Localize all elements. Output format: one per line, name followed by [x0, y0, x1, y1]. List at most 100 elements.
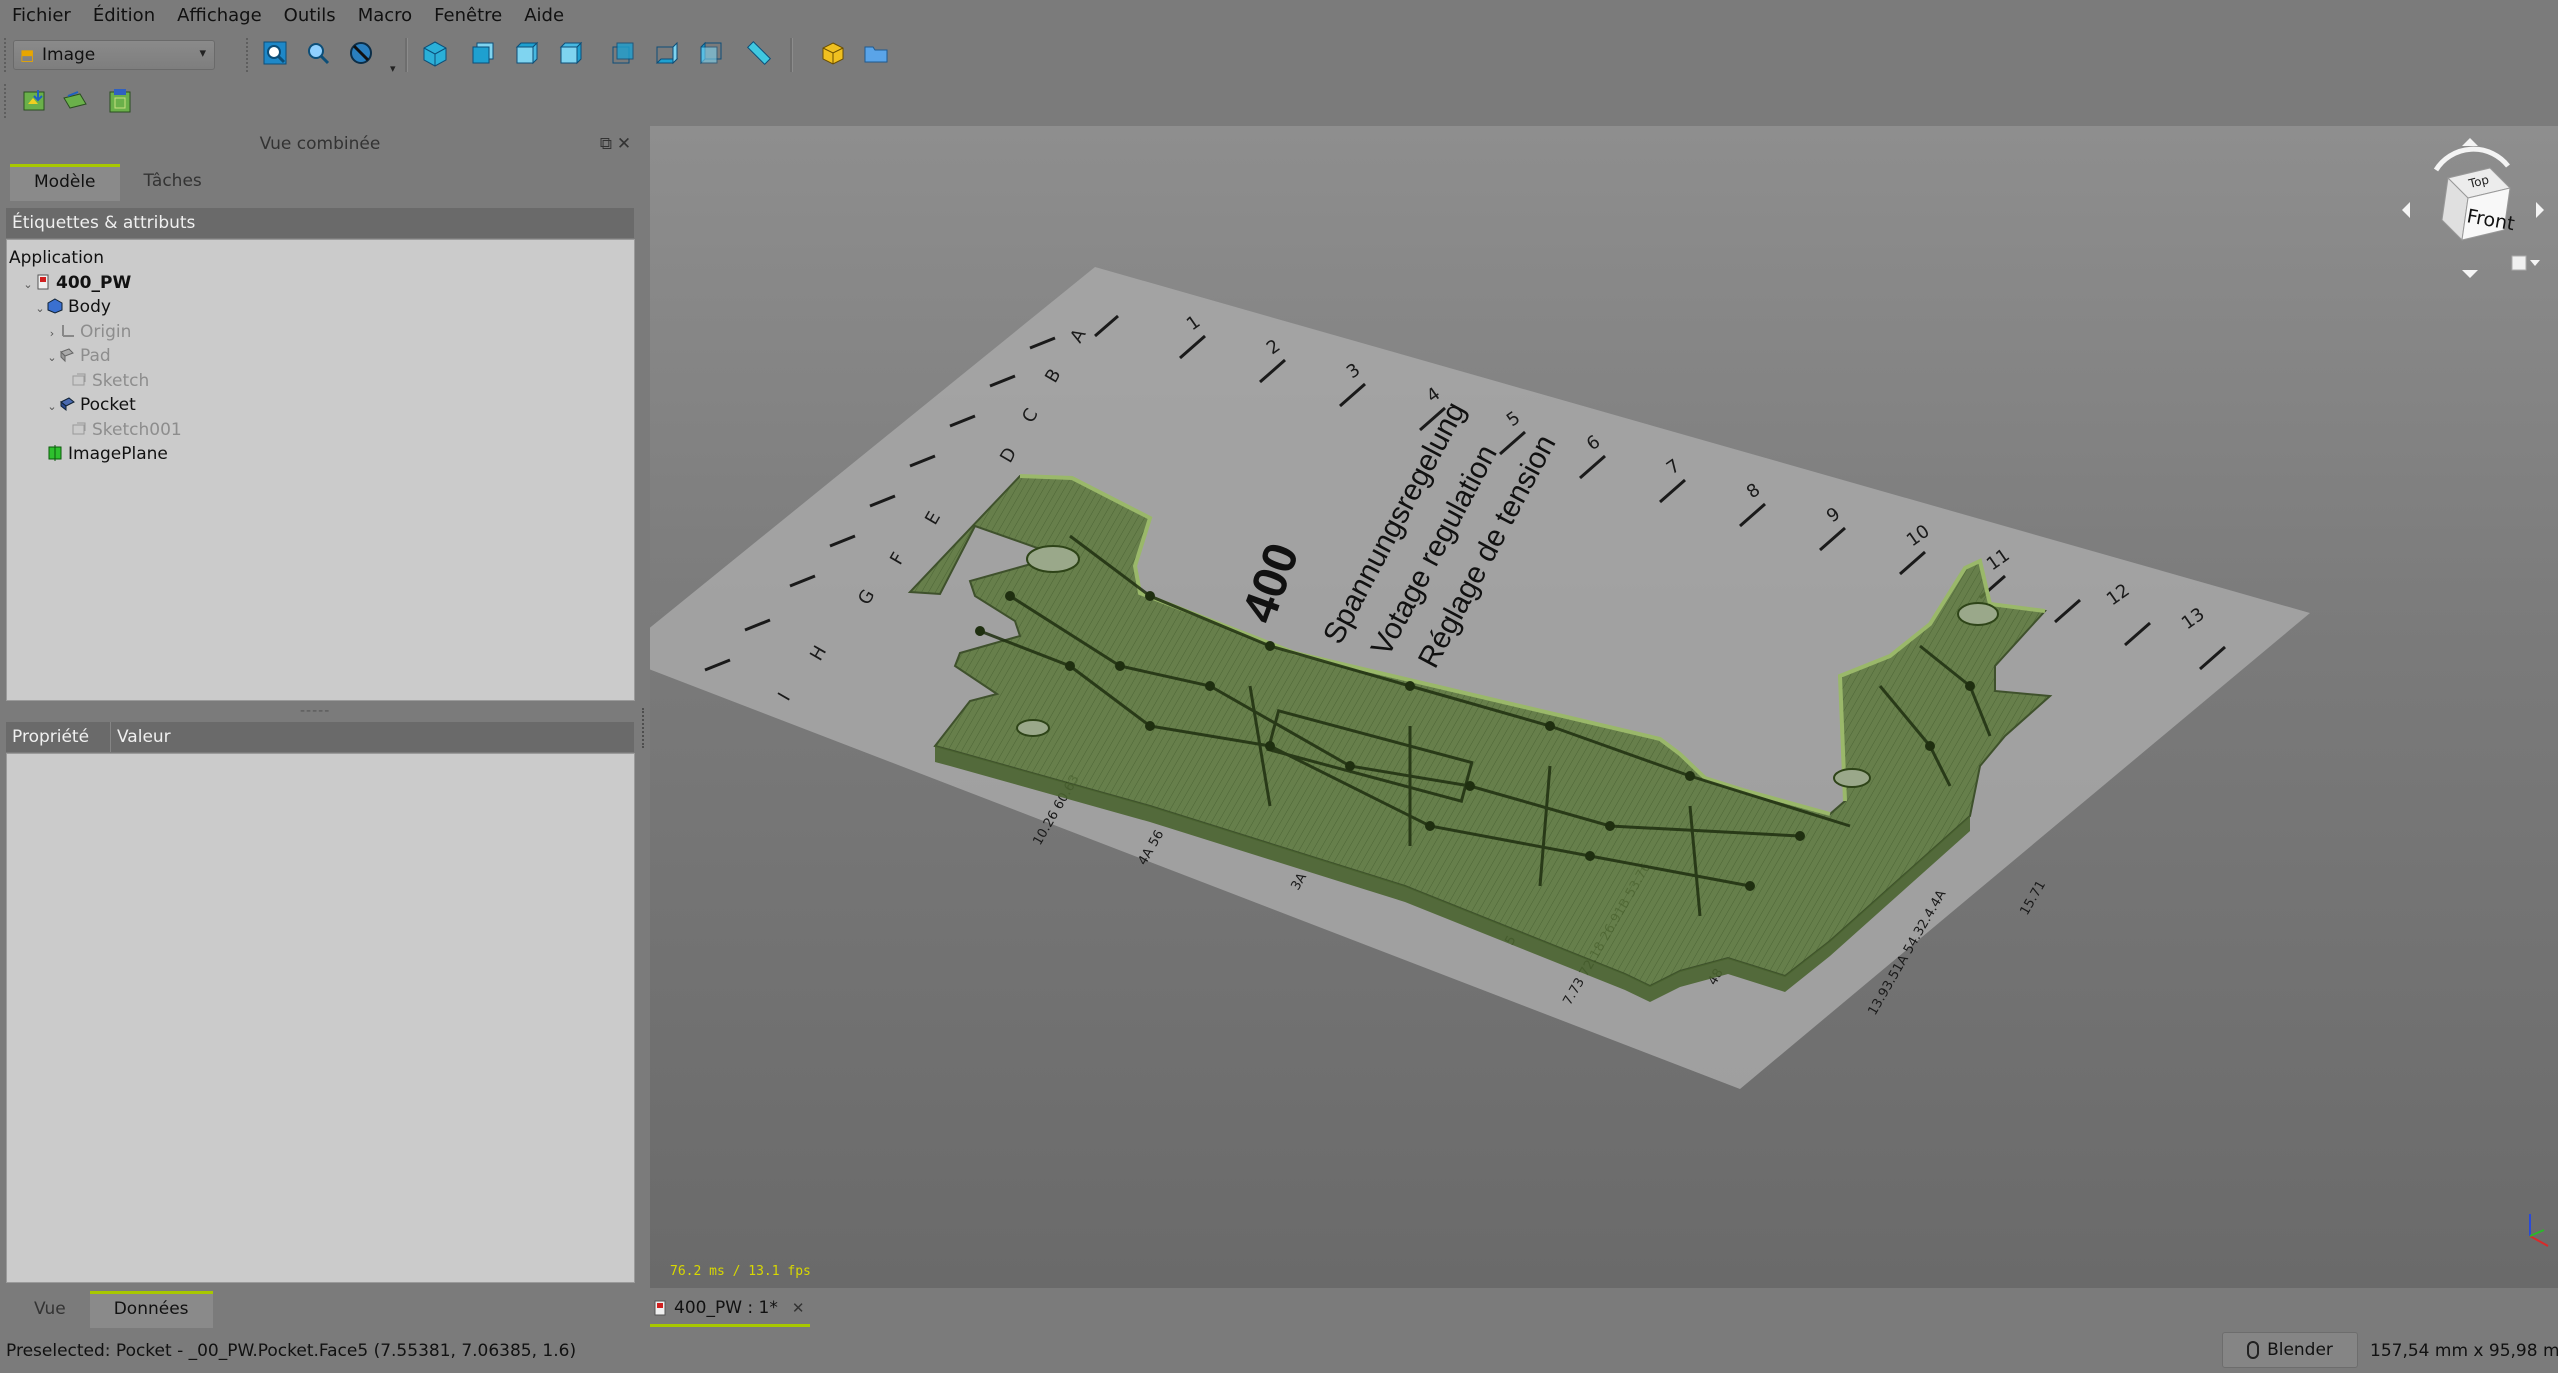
folder-icon[interactable] — [861, 38, 891, 68]
combo-view-title: Vue combinée — [259, 134, 381, 154]
view-left-icon[interactable] — [696, 38, 726, 68]
toolbar-separator — [405, 38, 408, 72]
pad-icon — [59, 346, 75, 363]
menu-bar: Fichier Édition Affichage Outils Macro F… — [0, 0, 2558, 32]
view-isometric-icon[interactable] — [420, 38, 450, 68]
pin-label: 15.71 — [2017, 878, 2049, 918]
menu-aide[interactable]: Aide — [513, 0, 575, 32]
property-view[interactable] — [6, 753, 635, 1283]
tree-item-label: Sketch001 — [92, 419, 182, 440]
close-icon[interactable]: ✕ — [792, 1299, 805, 1317]
tree-item[interactable]: Application — [9, 246, 104, 270]
view-bottom-icon[interactable] — [652, 38, 682, 68]
image-workbench-icon: ⬒ — [20, 46, 35, 64]
scene: 1 2 3 4 5 6 7 8 9 10 11 12 13 A B C D E … — [650, 267, 2549, 1247]
menu-fichier[interactable]: Fichier — [0, 0, 82, 32]
property-tabs: Vue Données — [10, 1291, 213, 1328]
fps-counter: 76.2 ms / 13.1 fps — [670, 1264, 811, 1279]
document-tab[interactable]: 400_PW : 1* ✕ — [650, 1292, 810, 1327]
tree-item[interactable]: ImagePlane — [33, 442, 168, 466]
panel-splitter[interactable]: ----- — [300, 703, 330, 719]
expand-arrow-icon[interactable]: ⌄ — [33, 297, 47, 321]
chevron-down-icon: ▾ — [199, 46, 206, 61]
property-column-header[interactable]: Propriété — [6, 722, 111, 752]
menu-edition[interactable]: Édition — [82, 0, 166, 32]
tree-item[interactable]: ⌄ Body — [33, 295, 111, 319]
chevron-down-icon[interactable]: ▾ — [390, 62, 396, 75]
tab-donnees[interactable]: Données — [89, 1291, 213, 1328]
tree-view[interactable]: Application ⌄ 400_PW ⌄ Body › Origin ⌄ Pad Sketch… — [6, 239, 635, 701]
tree-item[interactable]: ⌄ 400_PW — [21, 271, 131, 295]
tree-item[interactable]: Sketch001 — [57, 418, 182, 442]
expand-arrow-icon[interactable]: ⌄ — [45, 346, 59, 370]
chevron-down-icon — [2530, 260, 2540, 266]
menu-macro[interactable]: Macro — [347, 0, 423, 32]
menu-affichage[interactable]: Affichage — [166, 0, 273, 32]
create-image-plane-icon[interactable] — [60, 86, 90, 116]
image-scaling-icon[interactable] — [106, 86, 136, 116]
toolbar-grip[interactable] — [4, 38, 10, 72]
tree-item[interactable]: Sketch — [57, 369, 149, 393]
tree-header: Étiquettes & attributs — [6, 208, 634, 238]
tab-vue[interactable]: Vue — [10, 1291, 90, 1328]
float-panel-icon[interactable]: ⧉ — [598, 134, 614, 154]
property-header: Propriété Valeur — [6, 722, 634, 752]
toolbar-grip[interactable] — [4, 84, 10, 118]
view-top-icon[interactable] — [512, 38, 542, 68]
open-image-icon[interactable] — [20, 86, 50, 116]
workbench-label: Image — [42, 45, 96, 65]
toolbar-separator — [790, 38, 793, 72]
tree-item[interactable]: ⌄ Pad — [45, 344, 111, 370]
value-column-header[interactable]: Valeur — [111, 722, 171, 752]
workbench-selector[interactable]: ⬒ Image ▾ — [13, 40, 215, 70]
collapse-arrow-icon[interactable]: › — [45, 322, 59, 346]
document-icon — [35, 273, 51, 289]
pocket-icon — [59, 395, 75, 412]
tree-item-label: Pad — [80, 346, 111, 366]
dimension-readout: 157,54 mm x 95,98 mm — [2370, 1341, 2558, 1361]
arrow-down-icon — [2462, 270, 2478, 278]
tree-item[interactable]: › Origin — [45, 320, 132, 346]
tree-header-label: Étiquettes & attributs — [12, 213, 196, 233]
tree-item-label: ImagePlane — [68, 444, 168, 464]
tab-taches[interactable]: Tâches — [120, 164, 226, 198]
view-fit-selection-icon[interactable] — [303, 38, 333, 68]
view-front-icon[interactable] — [468, 38, 498, 68]
image-plane-icon — [47, 444, 63, 461]
close-icon[interactable]: ✕ — [616, 134, 632, 154]
view-fit-all-icon[interactable] — [260, 38, 290, 68]
part-icon[interactable] — [818, 38, 848, 68]
navigation-style-button[interactable]: Blender — [2222, 1332, 2358, 1368]
sketch-icon — [71, 420, 87, 436]
tab-modele[interactable]: Modèle — [10, 164, 120, 201]
3d-viewport[interactable]: 1 2 3 4 5 6 7 8 9 10 11 12 13 A B C D E … — [650, 126, 2558, 1288]
rotate-arrow-icon — [2433, 146, 2510, 172]
tree-item[interactable]: ⌄ Pocket — [45, 393, 135, 419]
body-icon — [47, 297, 63, 314]
tree-item-label: Sketch — [92, 370, 150, 391]
menu-fenetre[interactable]: Fenêtre — [423, 0, 513, 32]
combo-tabs: Modèle Tâches — [10, 164, 226, 201]
view-rear-icon[interactable] — [608, 38, 638, 68]
view-right-icon[interactable] — [556, 38, 586, 68]
toolbar-grip[interactable] — [246, 38, 252, 72]
expand-arrow-icon[interactable]: ⌄ — [21, 273, 35, 297]
document-tab-label: 400_PW : 1* — [674, 1298, 778, 1318]
navigation-cube[interactable]: Top Front — [2398, 130, 2548, 280]
tree-item-label: 400_PW — [56, 272, 132, 293]
expand-arrow-icon[interactable]: ⌄ — [45, 395, 59, 419]
tree-item-label: Body — [68, 297, 111, 317]
mouse-icon — [2247, 1341, 2260, 1359]
measure-distance-icon[interactable] — [744, 38, 774, 68]
menu-outils[interactable]: Outils — [273, 0, 347, 32]
navcube-menu-icon — [2511, 255, 2527, 271]
splitter-handle[interactable] — [642, 708, 648, 748]
status-message: Preselected: Pocket - _00_PW.Pocket.Face… — [6, 1341, 577, 1361]
origin-icon — [59, 322, 75, 338]
draw-style-icon[interactable] — [346, 38, 376, 68]
document-icon — [654, 1300, 668, 1316]
image-plane[interactable] — [650, 267, 2310, 1089]
arrow-left-icon — [2402, 202, 2410, 218]
tree-item-label: Origin — [80, 321, 132, 342]
axis-triad — [2529, 1214, 2549, 1247]
